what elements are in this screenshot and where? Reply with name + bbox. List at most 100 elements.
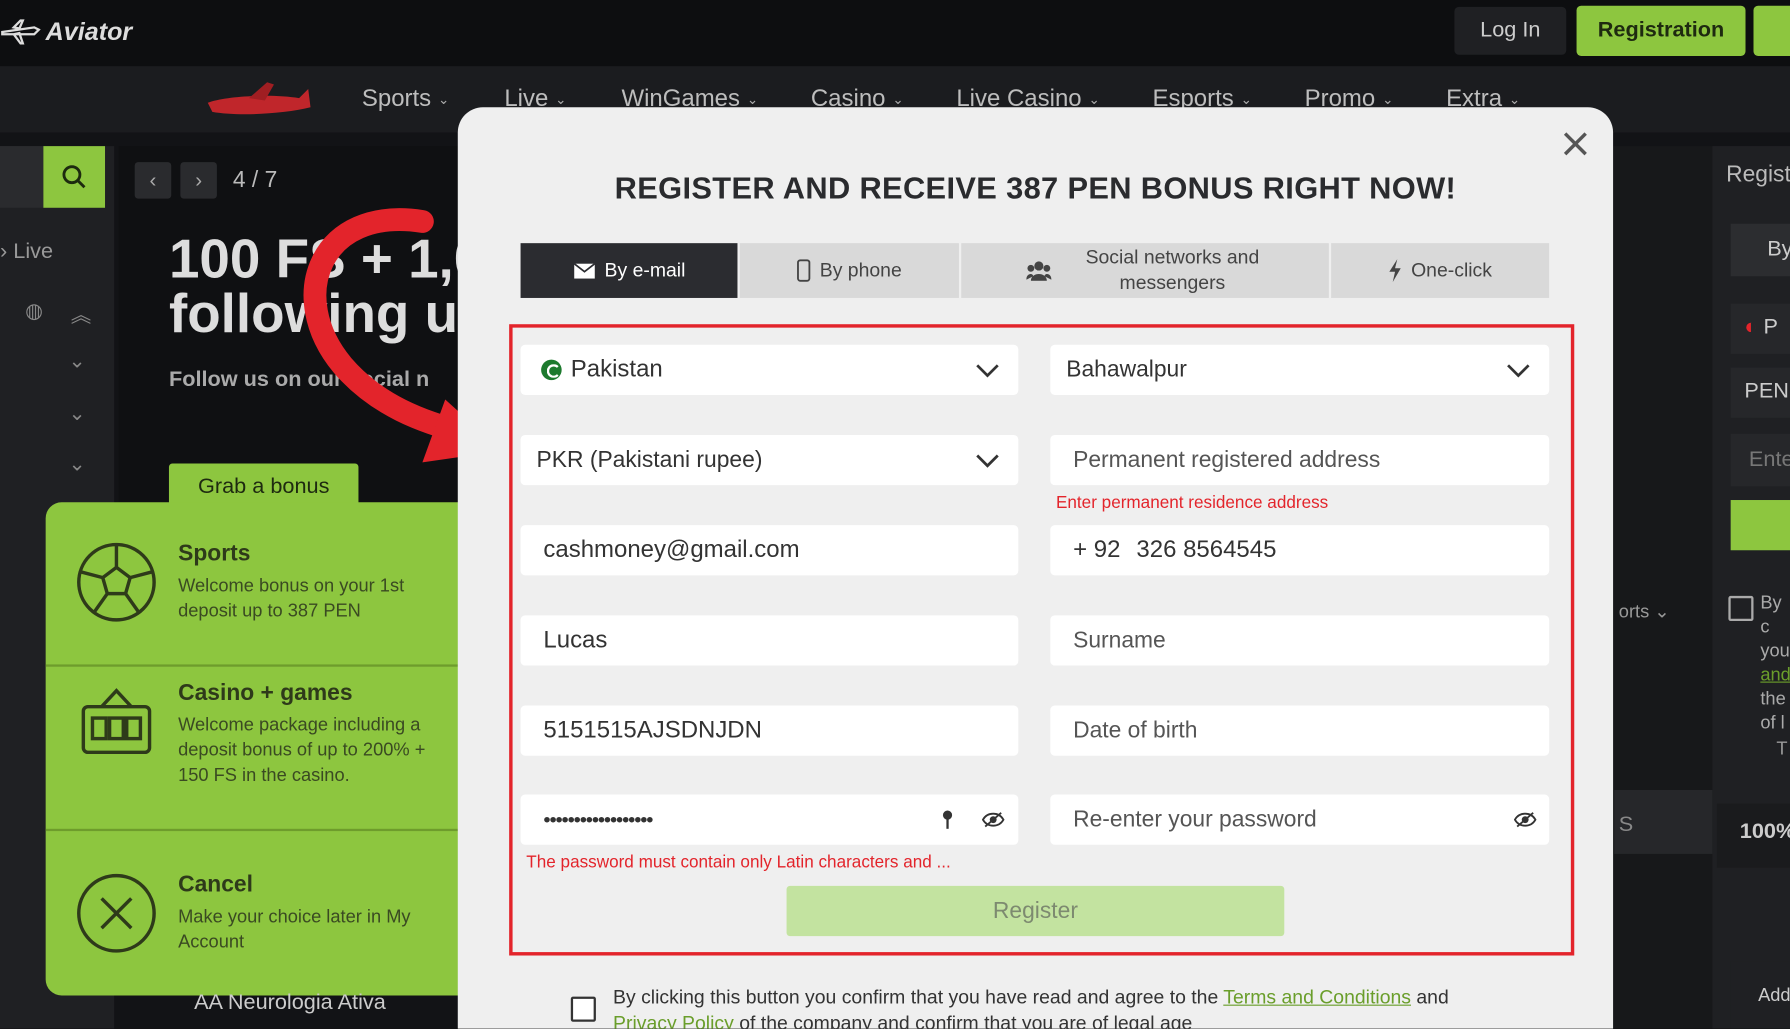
sidebar-search-input[interactable] — [0, 146, 44, 208]
right-panel-terms: By c you and the of l — [1760, 593, 1790, 733]
plane-logo-icon — [1, 19, 41, 45]
bonus-option-desc: Make your choice later in My Account — [178, 907, 411, 953]
right-panel-button[interactable] — [1730, 500, 1790, 551]
bonus-option-casino[interactable]: Casino + games Welcome package including… — [46, 680, 464, 788]
email-input[interactable]: cashmoney@gmail.com — [520, 525, 1019, 576]
phone-input[interactable]: + 92 326 8564545 — [1050, 525, 1550, 576]
tab-by-email[interactable]: By e-mail — [520, 243, 738, 298]
repeat-password-input[interactable]: Re-enter your password — [1050, 794, 1550, 845]
tab-social-networks[interactable]: Social networks and messengers — [961, 243, 1329, 298]
search-icon — [62, 165, 86, 189]
right-panel-title: Regist — [1726, 162, 1790, 188]
tab-one-click[interactable]: One-click — [1331, 243, 1550, 298]
right-panel-t: T — [1776, 739, 1788, 760]
header-extra-button[interactable] — [1753, 5, 1790, 56]
date-of-birth-input[interactable]: Date of birth — [1050, 705, 1550, 756]
chevron-down-icon — [1507, 364, 1530, 378]
tab-by-phone[interactable]: By phone — [739, 243, 959, 298]
phone-code[interactable]: + 92 — [1073, 537, 1120, 564]
chevron-down-icon: ⌄ — [438, 91, 450, 108]
chevron-down-icon — [976, 454, 999, 468]
slot-machine-icon — [75, 680, 157, 762]
chevron-down-icon: ⌄ — [1088, 91, 1100, 108]
banner-next-button[interactable]: › — [180, 162, 217, 199]
globe-icon[interactable]: ◍ — [25, 299, 43, 323]
eye-slash-icon[interactable] — [981, 811, 1005, 829]
red-plane-icon — [207, 82, 311, 115]
surname-input[interactable]: Surname — [1050, 615, 1550, 666]
close-icon — [1563, 132, 1587, 156]
top-bar: Aviator Log In Registration — [0, 0, 1790, 67]
country-select[interactable]: Pakistan — [520, 344, 1019, 395]
bonus-option-title: Cancel — [178, 872, 253, 898]
people-icon — [1026, 261, 1052, 281]
bonus-option-sports[interactable]: Sports Welcome bonus on your 1st deposit… — [46, 541, 464, 624]
right-sports-dropdown[interactable]: orts ⌄ — [1619, 600, 1670, 623]
list-item[interactable]: AA Neurologia Ativa — [194, 991, 386, 1016]
promo-code-input[interactable]: 5151515AJSDNJDN — [520, 705, 1019, 756]
right-bg-s: S — [1614, 789, 1713, 854]
right-panel-input[interactable]: Ente — [1730, 433, 1790, 487]
password-error: The password must contain only Latin cha… — [526, 852, 951, 873]
chevron-down-icon: ⌄ — [1508, 91, 1521, 108]
right-panel-percent: 100% — [1716, 803, 1790, 868]
chevron-down-icon: ⌄ — [1240, 91, 1253, 108]
key-icon[interactable] — [941, 809, 955, 830]
divider — [45, 664, 464, 667]
phone-number: 326 8564545 — [1136, 536, 1277, 563]
eye-slash-icon[interactable] — [1513, 811, 1537, 829]
currency-select[interactable]: PKR (Pakistani rupee) — [520, 434, 1019, 486]
collapse-up-icon[interactable]: ︽ — [71, 299, 92, 329]
login-button[interactable]: Log In — [1454, 6, 1567, 55]
banner-page-indicator: 4 / 7 — [232, 167, 278, 193]
bonus-option-title: Casino + games — [178, 680, 353, 706]
search-button[interactable] — [43, 146, 106, 208]
chevron-down-icon: ⌄ — [555, 91, 567, 108]
right-panel-tab[interactable]: By — [1730, 223, 1790, 277]
banner-prev-button[interactable]: ‹ — [134, 162, 172, 199]
expand-icon[interactable]: ⌄ — [68, 402, 85, 426]
aviator-logo[interactable]: Aviator — [0, 11, 132, 52]
chevron-down-icon — [976, 364, 999, 378]
banner-pager: ‹ › 4 / 7 — [134, 162, 278, 199]
chevron-down-icon: ⌄ — [1382, 91, 1394, 108]
registration-button[interactable]: Registration — [1576, 5, 1746, 56]
lightning-icon — [1389, 259, 1401, 282]
terms-link[interactable]: Terms and Conditions — [1223, 986, 1411, 1008]
bonus-option-title: Sports — [178, 541, 251, 567]
right-panel-currency[interactable]: PEN — [1730, 367, 1790, 418]
divider — [45, 828, 464, 832]
bonus-choice-panel: Sports Welcome bonus on your 1st deposit… — [45, 502, 464, 996]
address-input[interactable]: Permanent registered address — [1050, 434, 1550, 486]
page: Aviator Log In Registration Sports ⌄ Live ⌄… — [0, 0, 1790, 1029]
sidebar-live-label[interactable]: › Live — [0, 240, 53, 265]
right-registration-panel — [1712, 146, 1790, 1029]
city-select[interactable]: Bahawalpur — [1050, 344, 1550, 395]
terms-text: By clicking this button you confirm that… — [613, 984, 1526, 1029]
envelope-icon — [573, 262, 595, 278]
soccer-ball-icon — [75, 541, 157, 623]
right-panel-country[interactable]: ◐ P — [1730, 303, 1790, 354]
logo-text: Aviator — [45, 17, 133, 46]
modal-title: REGISTER AND RECEIVE 387 PEN BONUS RIGHT… — [614, 171, 1457, 206]
bonus-option-desc: Welcome bonus on your 1st deposit up to … — [178, 576, 405, 622]
bonus-option-desc: Welcome package including a deposit bonu… — [178, 715, 426, 786]
nav-item-sports[interactable]: Sports ⌄ — [362, 86, 450, 113]
name-input[interactable]: Lucas — [520, 615, 1019, 666]
close-circle-icon — [75, 872, 157, 954]
right-panel-add[interactable]: Add — [1730, 961, 1790, 1029]
expand-icon[interactable]: ⌄ — [68, 349, 85, 373]
privacy-link[interactable]: Privacy Policy — [613, 1013, 734, 1029]
close-button[interactable] — [1559, 128, 1591, 160]
right-panel-checkbox[interactable] — [1728, 595, 1754, 622]
phone-icon — [797, 259, 811, 282]
password-input[interactable]: •••••••••••••••••• — [520, 794, 1019, 845]
registration-tabs: By e-mail By phone Social networks and m… — [520, 243, 1550, 298]
terms-checkbox[interactable] — [570, 996, 596, 1022]
chevron-down-icon: ⌄ — [892, 91, 904, 108]
bonus-option-cancel[interactable]: Cancel Make your choice later in My Acco… — [46, 872, 464, 955]
chevron-down-icon: ⌄ — [746, 91, 759, 108]
register-button[interactable]: Register — [786, 885, 1285, 937]
expand-icon[interactable]: ⌄ — [68, 452, 85, 476]
address-error: Enter permanent residence address — [1055, 493, 1329, 513]
